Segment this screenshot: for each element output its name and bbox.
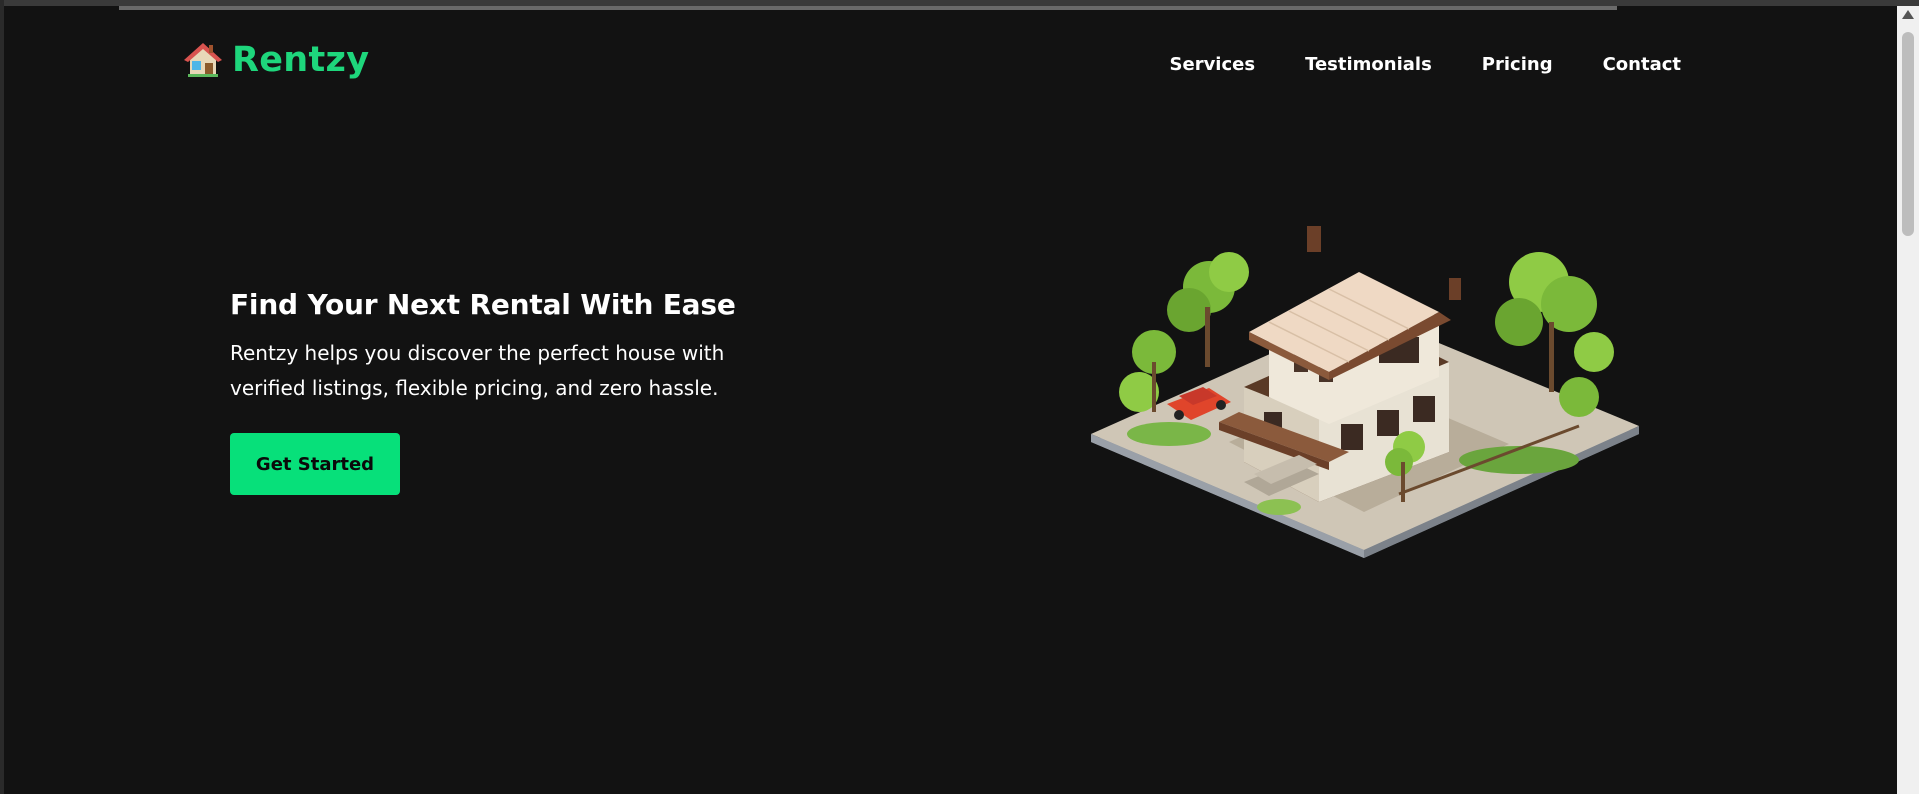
main-nav: Services Testimonials Pricing Contact: [1170, 54, 1681, 75]
get-started-button[interactable]: Get Started: [230, 433, 400, 495]
brand-logo[interactable]: Rentzy: [184, 40, 369, 80]
scroll-up-arrow-icon[interactable]: [1902, 10, 1914, 19]
nav-pricing[interactable]: Pricing: [1482, 54, 1553, 75]
nav-services[interactable]: Services: [1170, 54, 1256, 75]
scrollbar-thumb[interactable]: [1902, 32, 1914, 236]
browser-viewport: Rentzy Services Testimonials Pricing Con…: [4, 6, 1897, 794]
house-icon: [184, 41, 222, 79]
isometric-house-illustration: [1079, 212, 1649, 562]
window-top-edge: [119, 6, 1617, 10]
hero-title: Find Your Next Rental With Ease: [230, 288, 736, 321]
hero-subtitle: Rentzy helps you discover the perfect ho…: [230, 341, 725, 400]
nav-testimonials[interactable]: Testimonials: [1305, 54, 1432, 75]
nav-contact[interactable]: Contact: [1603, 54, 1681, 75]
brand-name: Rentzy: [232, 40, 370, 80]
vertical-scrollbar[interactable]: [1897, 6, 1919, 794]
